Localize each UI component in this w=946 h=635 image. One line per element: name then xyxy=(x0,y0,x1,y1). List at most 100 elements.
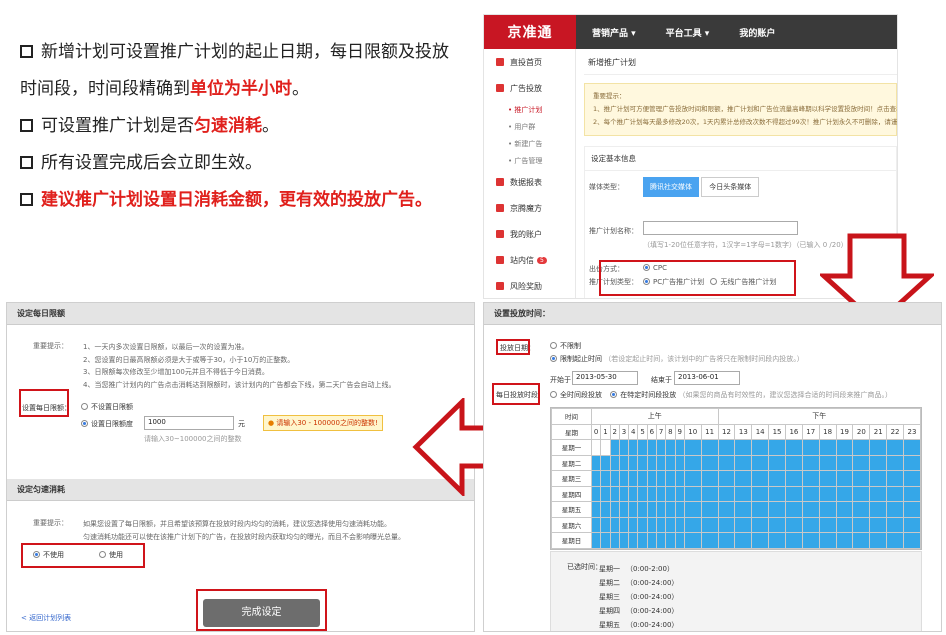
grid-time-cell[interactable] xyxy=(751,501,770,518)
grid-time-cell[interactable] xyxy=(835,470,854,487)
grid-time-cell[interactable] xyxy=(852,532,871,549)
grid-time-cell[interactable] xyxy=(674,501,685,518)
grid-time-cell[interactable] xyxy=(835,439,854,456)
nav-account[interactable]: 我的账户 xyxy=(739,26,775,39)
grid-time-cell[interactable] xyxy=(852,516,871,533)
grid-time-cell[interactable] xyxy=(801,516,820,533)
grid-time-cell[interactable] xyxy=(852,485,871,502)
sidebar-item-ads[interactable]: 广告投放 xyxy=(484,75,575,101)
grid-time-cell[interactable] xyxy=(768,454,786,471)
sidebar-item-account[interactable]: 我的账户 xyxy=(484,221,575,247)
grid-time-cell[interactable] xyxy=(646,485,657,502)
grid-time-cell[interactable] xyxy=(683,439,702,456)
grid-time-cell[interactable] xyxy=(751,516,770,533)
media-toutiao-button[interactable]: 今日头条媒体 xyxy=(701,177,760,197)
grid-time-cell[interactable] xyxy=(646,501,657,518)
grid-time-cell[interactable] xyxy=(655,532,667,549)
grid-time-cell[interactable] xyxy=(902,516,922,533)
media-tencent-button[interactable]: 腾讯社交媒体 xyxy=(643,177,699,197)
grid-time-cell[interactable] xyxy=(628,485,639,502)
grid-time-cell[interactable] xyxy=(600,501,611,518)
grid-time-cell[interactable] xyxy=(646,470,657,487)
opt-set-limit[interactable]: 设置日限额度 xyxy=(81,419,133,429)
grid-time-cell[interactable] xyxy=(717,485,736,502)
grid-time-cell[interactable] xyxy=(655,470,667,487)
grid-time-cell[interactable] xyxy=(869,454,888,471)
grid-time-cell[interactable] xyxy=(801,532,820,549)
grid-time-cell[interactable] xyxy=(674,516,685,533)
grid-time-cell[interactable] xyxy=(869,485,888,502)
grid-time-cell[interactable] xyxy=(852,439,871,456)
grid-time-cell[interactable] xyxy=(609,470,620,487)
grid-time-cell[interactable] xyxy=(683,454,702,471)
grid-time-cell[interactable] xyxy=(801,439,820,456)
grid-time-cell[interactable] xyxy=(683,470,702,487)
end-date-input[interactable]: 2013-06-01 xyxy=(674,371,740,385)
grid-time-cell[interactable] xyxy=(590,470,602,487)
grid-time-cell[interactable] xyxy=(801,485,820,502)
grid-time-cell[interactable] xyxy=(902,485,922,502)
grid-time-cell[interactable] xyxy=(768,485,786,502)
grid-time-cell[interactable] xyxy=(717,454,736,471)
sidebar-item-home[interactable]: 直投首页 xyxy=(484,49,575,75)
grid-time-cell[interactable] xyxy=(801,501,820,518)
grid-time-cell[interactable] xyxy=(683,501,702,518)
grid-time-cell[interactable] xyxy=(590,501,602,518)
grid-time-cell[interactable] xyxy=(886,439,904,456)
grid-time-cell[interactable] xyxy=(646,516,657,533)
grid-time-cell[interactable] xyxy=(674,454,685,471)
opt-date-range[interactable]: 限制起止时间 （若设定起止时间，该计划中的广告将只在限制时间段内投放。） xyxy=(550,354,804,364)
grid-time-cell[interactable] xyxy=(600,532,611,549)
grid-time-cell[interactable] xyxy=(590,439,602,456)
grid-time-cell[interactable] xyxy=(784,485,803,502)
grid-time-cell[interactable] xyxy=(609,532,620,549)
grid-time-cell[interactable] xyxy=(600,485,611,502)
grid-time-cell[interactable] xyxy=(655,485,667,502)
grid-time-cell[interactable] xyxy=(628,532,639,549)
grid-time-cell[interactable] xyxy=(700,501,719,518)
grid-time-cell[interactable] xyxy=(734,485,753,502)
grid-time-cell[interactable] xyxy=(590,454,602,471)
start-date-input[interactable]: 2013-05-30 xyxy=(572,371,638,385)
grid-time-cell[interactable] xyxy=(618,439,630,456)
sidebar-sub-users[interactable]: • 用户群 xyxy=(484,118,575,135)
grid-time-cell[interactable] xyxy=(886,485,904,502)
grid-time-cell[interactable] xyxy=(734,516,753,533)
grid-time-cell[interactable] xyxy=(768,516,786,533)
grid-time-cell[interactable] xyxy=(784,454,803,471)
grid-time-cell[interactable] xyxy=(600,470,611,487)
grid-time-cell[interactable] xyxy=(609,439,620,456)
grid-time-cell[interactable] xyxy=(835,485,854,502)
grid-time-cell[interactable] xyxy=(637,485,648,502)
grid-time-cell[interactable] xyxy=(835,532,854,549)
back-to-plans-link[interactable]: < 返回计划列表 xyxy=(21,613,71,623)
grid-time-cell[interactable] xyxy=(646,439,657,456)
grid-time-cell[interactable] xyxy=(852,454,871,471)
grid-time-cell[interactable] xyxy=(628,516,639,533)
sidebar-sub-manage[interactable]: • 广告管理 xyxy=(484,152,575,169)
grid-time-cell[interactable] xyxy=(665,532,676,549)
grid-time-cell[interactable] xyxy=(674,470,685,487)
grid-time-cell[interactable] xyxy=(751,532,770,549)
grid-time-cell[interactable] xyxy=(655,439,667,456)
sidebar-item-cube[interactable]: 京腾魔方 xyxy=(484,195,575,221)
grid-time-cell[interactable] xyxy=(818,501,837,518)
grid-time-cell[interactable] xyxy=(886,516,904,533)
grid-time-cell[interactable] xyxy=(637,470,648,487)
grid-time-cell[interactable] xyxy=(637,532,648,549)
grid-time-cell[interactable] xyxy=(835,516,854,533)
nav-tools[interactable]: 平台工具 ▾ xyxy=(666,26,710,39)
grid-time-cell[interactable] xyxy=(784,470,803,487)
grid-time-cell[interactable] xyxy=(655,454,667,471)
grid-time-cell[interactable] xyxy=(869,470,888,487)
grid-time-cell[interactable] xyxy=(700,454,719,471)
grid-time-cell[interactable] xyxy=(600,454,611,471)
grid-time-cell[interactable] xyxy=(818,516,837,533)
grid-time-cell[interactable] xyxy=(674,532,685,549)
grid-time-cell[interactable] xyxy=(628,470,639,487)
grid-time-cell[interactable] xyxy=(665,501,676,518)
sidebar-sub-plan[interactable]: • 推广计划 xyxy=(484,101,575,118)
grid-time-cell[interactable] xyxy=(818,454,837,471)
grid-time-cell[interactable] xyxy=(886,501,904,518)
grid-time-cell[interactable] xyxy=(683,485,702,502)
